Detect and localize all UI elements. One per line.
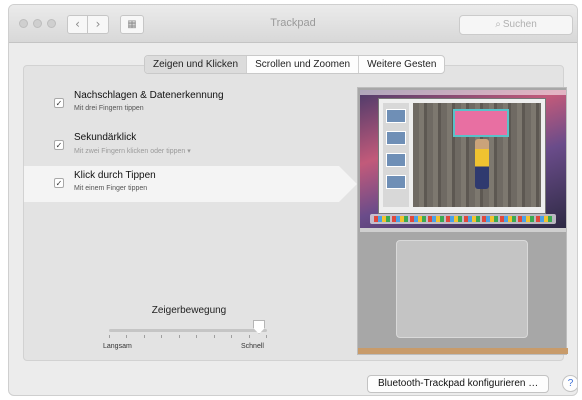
preview-dock-icons <box>374 216 552 222</box>
option-lookup[interactable]: ✓ Nachschlagen & Datenerkennung Mit drei… <box>24 86 324 122</box>
secondary-click-mode-popup[interactable]: Mit zwei Fingern klicken oder tippen ▾ <box>74 147 191 155</box>
help-button[interactable]: ? <box>562 375 577 392</box>
option-tap-to-click[interactable]: ✓ Klick durch Tippen Mit einem Finger ti… <box>24 166 357 202</box>
gesture-preview-video <box>357 87 568 355</box>
preview-trackpad <box>396 240 528 338</box>
tracking-speed-track[interactable] <box>109 329 267 332</box>
checkmark-icon: ✓ <box>55 179 63 188</box>
slider-tick <box>266 335 267 338</box>
checkmark-icon: ✓ <box>55 99 63 108</box>
tab-more-gestures[interactable]: Weitere Gesten <box>359 56 444 73</box>
preview-desk-edge <box>358 348 568 354</box>
preview-app-window <box>378 98 546 214</box>
preview-person <box>475 139 489 189</box>
slider-tick <box>214 335 215 338</box>
slide-thumbnail <box>386 175 406 189</box>
slider-tick <box>249 335 250 338</box>
slider-tick <box>161 335 162 338</box>
tap-to-click-checkbox[interactable]: ✓ <box>54 178 64 188</box>
slider-tick <box>109 335 110 338</box>
tracking-speed-title: Zeigerbewegung <box>151 305 227 316</box>
slide-thumbnail <box>386 109 406 123</box>
tracking-speed-max-label: Schnell <box>241 343 264 350</box>
slider-tick <box>144 335 145 338</box>
option-secondary-click[interactable]: ✓ Sekundärklick Mit zwei Fingern klicken… <box>24 128 324 164</box>
preview-slide-sidebar <box>383 103 409 207</box>
option-description: Mit einem Finger tippen <box>74 185 148 192</box>
tab-point-and-click[interactable]: Zeigen und Klicken <box>145 56 248 73</box>
tracking-speed-min-label: Langsam <box>103 343 132 350</box>
configure-bluetooth-trackpad-button[interactable]: Bluetooth-Trackpad konfigurieren … <box>367 375 550 393</box>
tab-bar: Zeigen und Klicken Scrollen und Zoomen W… <box>144 55 446 74</box>
option-label: Sekundärklick <box>74 132 137 143</box>
preview-screen <box>360 90 566 228</box>
search-icon: ⌕ <box>495 19 501 30</box>
preview-slide <box>413 103 541 207</box>
slide-thumbnail <box>386 153 406 167</box>
slider-tick <box>179 335 180 338</box>
slider-tick <box>231 335 232 338</box>
option-description: Mit drei Fingern tippen <box>74 105 144 112</box>
checkmark-icon: ✓ <box>55 141 63 150</box>
slider-tick <box>126 335 127 338</box>
preview-laptop-bezel <box>360 228 566 232</box>
preferences-window: ‹ › ▦ Trackpad ⌕ Suchen ✓ Nachschlagen & … <box>8 4 578 396</box>
tracking-speed-ticks <box>109 335 267 339</box>
preview-menu-bar <box>360 90 566 95</box>
tab-scroll-and-zoom[interactable]: Scrollen und Zoomen <box>247 56 360 73</box>
lookup-checkbox[interactable]: ✓ <box>54 98 64 108</box>
option-label: Nachschlagen & Datenerkennung <box>74 90 224 101</box>
search-field[interactable]: ⌕ Suchen <box>459 15 573 35</box>
secondary-click-checkbox[interactable]: ✓ <box>54 140 64 150</box>
option-label: Klick durch Tippen <box>74 170 156 181</box>
preview-banner <box>453 109 509 137</box>
search-placeholder: Suchen <box>502 19 537 30</box>
help-icon: ? <box>567 378 574 389</box>
slide-thumbnail <box>386 131 406 145</box>
slider-tick <box>196 335 197 338</box>
title-bar: ‹ › ▦ Trackpad ⌕ Suchen <box>9 5 577 43</box>
